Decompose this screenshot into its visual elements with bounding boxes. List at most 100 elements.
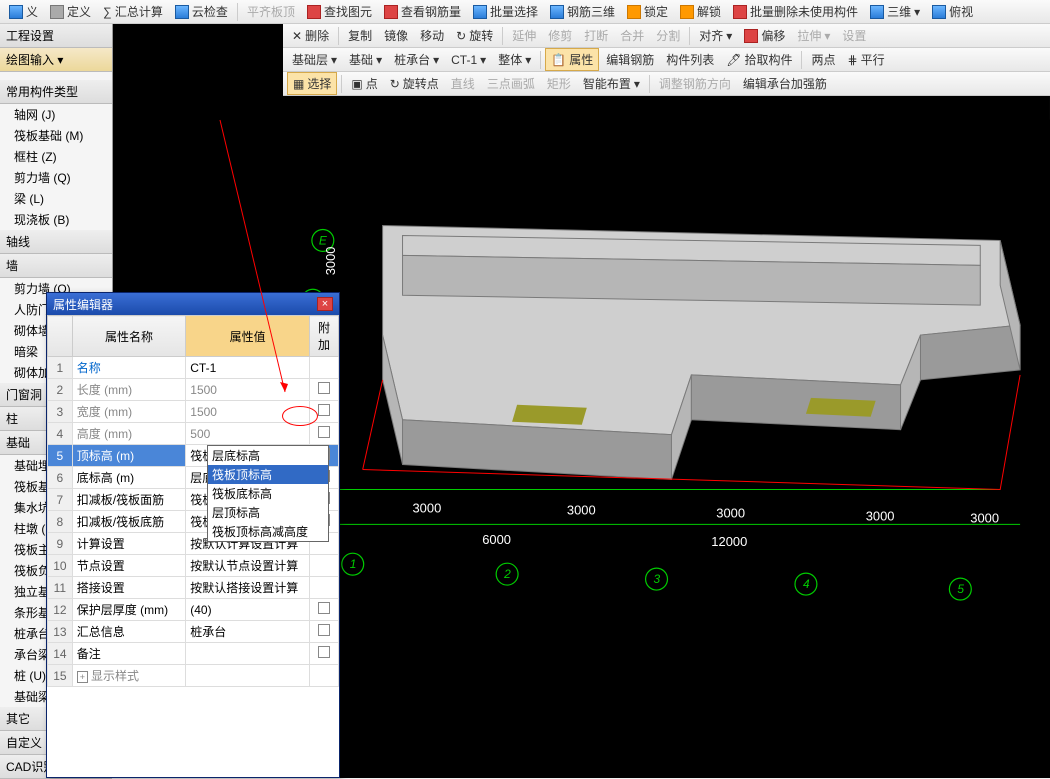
svg-text:5: 5 [957,582,964,596]
rect-button[interactable]: 矩形 [542,73,576,94]
define-menu[interactable]: 定义 [45,1,96,22]
property-row[interactable]: 4高度 (mm)500 [48,423,339,445]
properties-button[interactable]: 📋 属性 [545,48,599,71]
menu-item[interactable]: 义 [4,1,43,22]
extend-button[interactable]: 延伸 [507,25,541,46]
unlock-menu[interactable]: 解锁 [675,1,726,22]
property-row[interactable]: 1名称CT-1 [48,357,339,379]
dropdown-option[interactable]: 筏板底标高 [208,484,328,503]
parallel-button[interactable]: ⋕ 平行 [843,49,890,70]
cat-select[interactable]: 基础 ▾ [344,49,387,70]
offset-button[interactable]: 偏移 [739,25,790,46]
prop-name: 节点设置 [72,555,186,577]
prop-value[interactable]: 按默认搭接设置计算 [186,577,310,599]
sidebar-item[interactable]: 梁 (L) [0,188,112,209]
align-top-menu[interactable]: 平齐板顶 [242,1,300,22]
prop-checkbox[interactable] [310,643,339,665]
break-button[interactable]: 打断 [579,25,613,46]
property-row[interactable]: 14备注 [48,643,339,665]
sidebar-item[interactable]: 剪力墙 (Q) [0,167,112,188]
draw-input-header[interactable]: 绘图输入 ▾ [0,48,112,72]
property-row[interactable]: 12保护层厚度 (mm)(40) [48,599,339,621]
proj-settings-header[interactable]: 工程设置 [0,24,112,48]
prop-checkbox[interactable] [310,599,339,621]
prop-value[interactable]: 1500 [186,401,310,423]
item-select[interactable]: CT-1 ▾ [446,51,491,69]
batch-del-menu[interactable]: 批量删除未使用构件 [728,1,863,22]
property-row[interactable]: 3宽度 (mm)1500 [48,401,339,423]
sidebar-item[interactable]: 轴网 (J) [0,104,112,125]
prop-checkbox[interactable] [310,665,339,687]
svg-text:2: 2 [503,567,511,581]
find-elem-menu[interactable]: 查找图元 [302,1,377,22]
sum-menu[interactable]: ∑ 汇总计算 [98,1,168,22]
prop-checkbox[interactable] [310,357,339,379]
settings-button[interactable]: 设置 [837,25,871,46]
sidebar-item[interactable]: 筏板基础 (M) [0,125,112,146]
point-button[interactable]: ▣ 点 [346,73,382,94]
move-button[interactable]: 移动 [415,25,449,46]
property-row[interactable]: 2长度 (mm)1500 [48,379,339,401]
prop-checkbox[interactable] [310,555,339,577]
cloud-check-menu[interactable]: 云检查 [170,1,233,22]
prop-checkbox[interactable] [310,621,339,643]
elevation-dropdown[interactable]: 层底标高 筏板顶标高 筏板底标高 层顶标高 筏板顶标高减高度 [207,445,329,542]
batch-sel-menu[interactable]: 批量选择 [468,1,543,22]
align-button[interactable]: 对齐 ▾ [694,25,737,46]
adjust-rebar-button[interactable]: 调整钢筋方向 [654,73,736,94]
smart-place-button[interactable]: 智能布置 ▾ [578,73,645,94]
split-button[interactable]: 分割 [651,25,685,46]
close-icon[interactable]: × [317,297,333,311]
delete-button[interactable]: ✕ 删除 [287,25,334,46]
wall-header[interactable]: 墙 [0,254,112,278]
sidebar-item[interactable]: 现浇板 (B) [0,209,112,230]
prop-value[interactable] [186,665,310,687]
prop-value[interactable] [186,643,310,665]
comp-select[interactable]: 桩承台 ▾ [389,49,444,70]
prop-value[interactable]: CT-1 [186,357,310,379]
property-row[interactable]: 11搭接设置按默认搭接设置计算 [48,577,339,599]
rot-pt-button[interactable]: ↻ 旋转点 [385,73,444,94]
whole-select[interactable]: 整体 ▾ [493,49,536,70]
dropdown-option[interactable]: 筏板顶标高减高度 [208,522,328,541]
prop-value[interactable]: 桩承台 [186,621,310,643]
merge-button[interactable]: 合并 [615,25,649,46]
3d-view[interactable]: 1 2 3 4 5 E D 3000 3000 3000 [283,96,1050,753]
prop-checkbox[interactable] [310,401,339,423]
pick-comp-button[interactable]: 🖊 拾取构件 [721,49,797,70]
sidebar-item[interactable]: 框柱 (Z) [0,146,112,167]
dropdown-option[interactable]: 层顶标高 [208,503,328,522]
property-row[interactable]: 15+显示样式 [48,665,339,687]
line-button[interactable]: 直线 [446,73,480,94]
ortho-menu[interactable]: 俯视 [927,1,978,22]
property-row[interactable]: 10节点设置按默认节点设置计算 [48,555,339,577]
select-button[interactable]: ▦ 选择 [287,72,337,95]
edit-cap-button[interactable]: 编辑承台加强筋 [738,73,832,94]
view3d-menu[interactable]: 三维 ▾ [865,1,925,22]
prop-checkbox[interactable] [310,423,339,445]
mirror-button[interactable]: 镜像 [379,25,413,46]
edit-rebar-button[interactable]: 编辑钢筋 [601,49,659,70]
prop-checkbox[interactable] [310,577,339,599]
comp-list-button[interactable]: 构件列表 [661,49,719,70]
prop-checkbox[interactable] [310,379,339,401]
prop-value[interactable]: 按默认节点设置计算 [186,555,310,577]
stretch-button[interactable]: 拉伸 ▾ [792,25,835,46]
trim-button[interactable]: 修剪 [543,25,577,46]
rebar-qty-menu[interactable]: 查看钢筋量 [379,1,466,22]
rotate-button[interactable]: ↻ 旋转 [451,25,498,46]
property-editor-title[interactable]: 属性编辑器 × [47,293,339,315]
gridline-header[interactable]: 轴线 [0,230,112,254]
floor-select[interactable]: 基础层 ▾ [287,49,342,70]
lock-menu[interactable]: 锁定 [622,1,673,22]
dropdown-option[interactable]: 层底标高 [208,446,328,465]
arc3-button[interactable]: 三点画弧 [482,73,540,94]
rebar-3d-menu[interactable]: 钢筋三维 [545,1,620,22]
two-pt-button[interactable]: 两点 [806,49,840,70]
copy-button[interactable]: 复制 [343,25,377,46]
property-row[interactable]: 13汇总信息桩承台 [48,621,339,643]
dropdown-option[interactable]: 筏板顶标高 [208,465,328,484]
prop-value[interactable]: 1500 [186,379,310,401]
prop-value[interactable]: 500 [186,423,310,445]
prop-value[interactable]: (40) [186,599,310,621]
